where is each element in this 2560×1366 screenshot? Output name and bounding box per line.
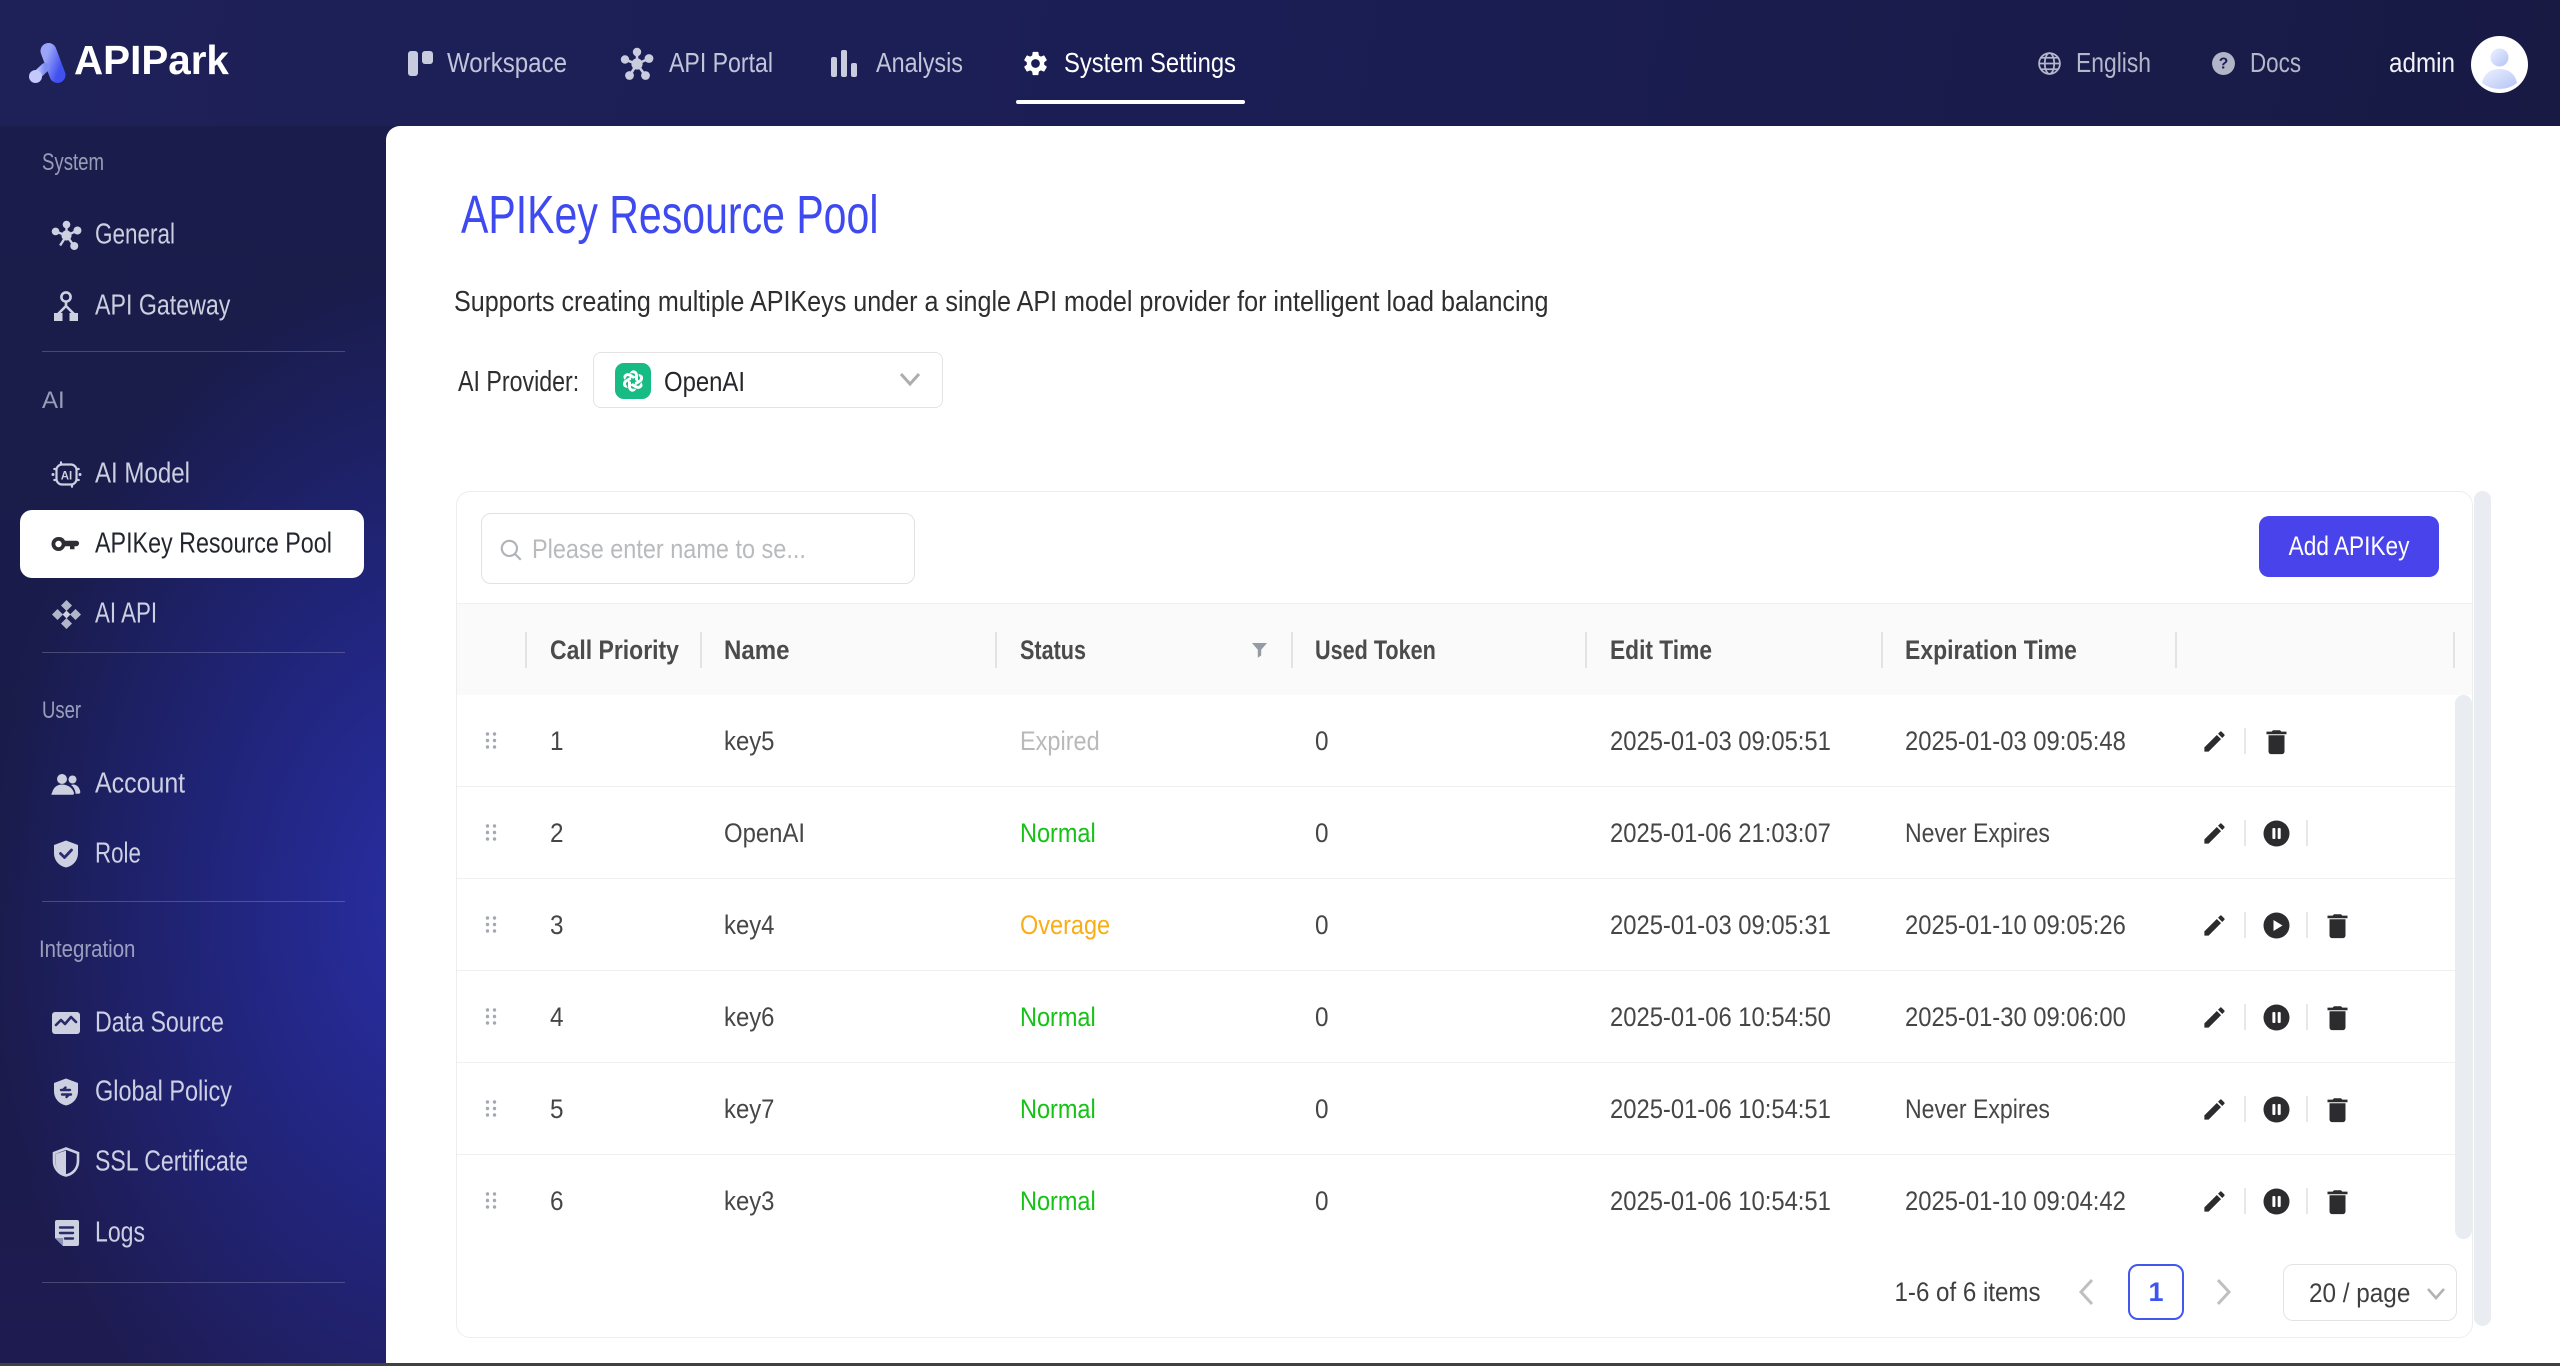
svg-text:?: ? [2219,56,2229,73]
svg-text:AI: AI [60,470,72,482]
